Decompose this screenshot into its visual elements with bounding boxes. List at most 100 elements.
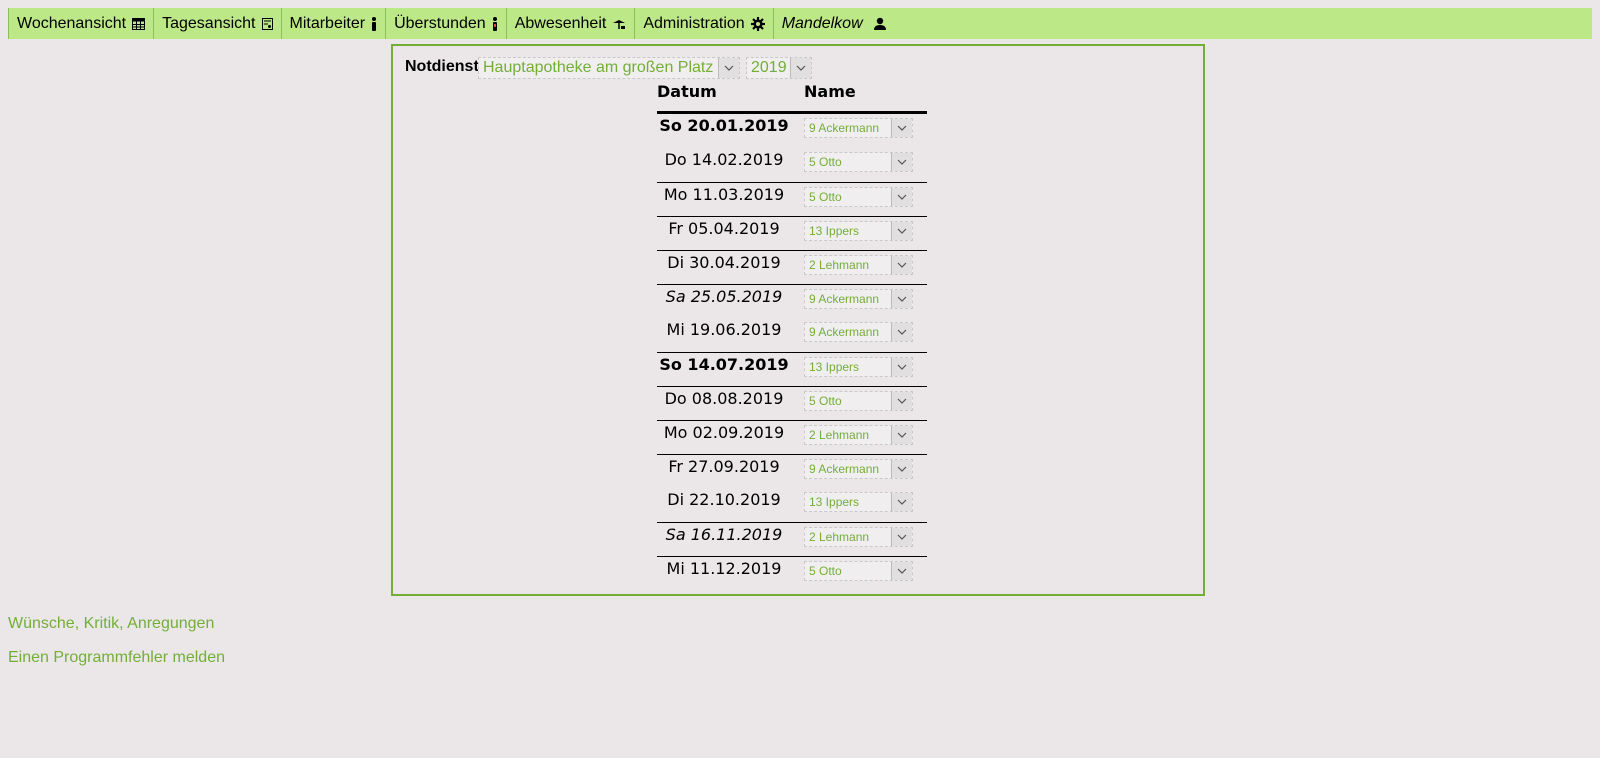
employee-select-value: 13 Ippers	[809, 360, 860, 374]
employee-select[interactable]: 9 Ackermann	[804, 289, 913, 309]
user-icon	[873, 17, 887, 31]
date-cell: So 14.07.2019	[659, 355, 789, 374]
date-cell: Mo 02.09.2019	[663, 423, 785, 442]
table-row: Sa 25.05.2019 9 Ackermann	[657, 284, 927, 318]
nav-wochenansicht-label: Wochenansicht	[17, 14, 127, 32]
employee-select[interactable]: 5 Otto	[804, 391, 913, 411]
employee-select[interactable]: 9 Ackermann	[804, 322, 913, 342]
table-row: Mo 11.03.2019 5 Otto	[657, 182, 927, 216]
table-row: Sa 16.11.2019 2 Lehmann	[657, 522, 927, 556]
chevron-down-icon	[891, 358, 912, 376]
nav-administration[interactable]: Administration	[634, 8, 772, 39]
chevron-down-icon	[891, 153, 912, 171]
table-row: Do 14.02.2019 5 Otto	[657, 148, 927, 182]
year-select-value: 2019	[751, 59, 787, 76]
date-cell: Fr 05.04.2019	[668, 219, 780, 238]
table-row: Di 30.04.2019 2 Lehmann	[657, 250, 927, 284]
notdienst-table-body: So 20.01.2019 9 Ackermann Do 14.02.2019 5 O…	[657, 114, 927, 590]
year-select[interactable]: 2019	[746, 57, 812, 79]
employee-select-value: 9 Ackermann	[809, 292, 880, 306]
table-row: Di 22.10.2019 13 Ippers	[657, 488, 927, 522]
employee-select-value: 9 Ackermann	[809, 462, 880, 476]
employee-select-value: 2 Lehmann	[809, 258, 870, 272]
employee-select[interactable]: 2 Lehmann	[804, 527, 913, 547]
table-row: Mi 19.06.2019 9 Ackermann	[657, 318, 927, 352]
chevron-down-icon	[891, 290, 912, 308]
gear-icon	[750, 16, 765, 31]
table-row: Fr 27.09.2019 9 Ackermann	[657, 454, 927, 488]
nav-tagesansicht-label: Tagesansicht	[162, 14, 256, 32]
table-row: Fr 05.04.2019 13 Ippers	[657, 216, 927, 250]
table-row: Mi 11.12.2019 5 Otto	[657, 556, 927, 590]
chevron-down-icon	[891, 119, 912, 137]
employee-select-value: 5 Otto	[809, 564, 842, 578]
nav-administration-label: Administration	[643, 14, 745, 32]
chevron-down-icon	[718, 58, 739, 78]
employee-select-value: 13 Ippers	[809, 495, 860, 509]
employee-select[interactable]: 9 Ackermann	[804, 118, 913, 138]
feedback-link[interactable]: Wünsche, Kritik, Anregungen	[8, 615, 214, 633]
person-clock-icon	[492, 16, 498, 31]
column-header-datum: Datum	[657, 82, 717, 101]
nav-user-label: Mandelkow	[781, 14, 863, 32]
chevron-down-icon	[891, 323, 912, 341]
employee-select-value: 2 Lehmann	[809, 428, 870, 442]
table-row: Do 08.08.2019 5 Otto	[657, 386, 927, 420]
chevron-down-icon	[891, 528, 912, 546]
chevron-down-icon	[891, 392, 912, 410]
date-cell: Sa 16.11.2019	[665, 525, 783, 544]
chevron-down-icon	[891, 426, 912, 444]
employee-select[interactable]: 5 Otto	[804, 187, 913, 207]
employee-select[interactable]: 13 Ippers	[804, 492, 913, 512]
employee-select[interactable]: 9 Ackermann	[804, 459, 913, 479]
bugreport-link[interactable]: Einen Programmfehler melden	[8, 649, 225, 667]
nav-ueberstunden-label: Überstunden	[394, 14, 486, 32]
nav-mitarbeiter[interactable]: Mitarbeiter	[280, 8, 386, 39]
calendar-grid-icon	[132, 17, 146, 30]
chevron-down-icon	[891, 460, 912, 478]
employee-select-value: 2 Lehmann	[809, 530, 870, 544]
date-cell: Di 30.04.2019	[667, 253, 781, 272]
calendar-day-icon	[261, 17, 273, 30]
table-row: So 20.01.2019 9 Ackermann	[657, 114, 927, 148]
employee-select-value: 13 Ippers	[809, 224, 860, 238]
apotheke-select[interactable]: Hauptapotheke am großen Platz	[478, 57, 740, 79]
nav-wochenansicht[interactable]: Wochenansicht	[8, 8, 153, 39]
nav-abwesenheit[interactable]: Abwesenheit	[505, 8, 635, 39]
employee-select[interactable]: 5 Otto	[804, 561, 913, 581]
employee-select-value: 5 Otto	[809, 155, 842, 169]
employee-select-value: 9 Ackermann	[809, 121, 880, 135]
apotheke-select-value: Hauptapotheke am großen Platz	[483, 59, 714, 76]
notdienst-label: Notdienst	[405, 58, 479, 75]
chevron-down-icon	[891, 493, 912, 511]
date-cell: Fr 27.09.2019	[668, 457, 780, 476]
notdienst-panel: Notdienst Hauptapotheke am großen Platz …	[391, 44, 1205, 596]
main-navbar: Wochenansicht Tagesansicht Mitarbeiter Ü…	[8, 8, 1592, 39]
chevron-down-icon	[790, 58, 811, 78]
column-header-name: Name	[804, 82, 856, 101]
employee-select-value: 5 Otto	[809, 190, 842, 204]
chevron-down-icon	[891, 188, 912, 206]
employee-select[interactable]: 2 Lehmann	[804, 425, 913, 445]
table-row: So 14.07.2019 13 Ippers	[657, 352, 927, 386]
employee-select[interactable]: 13 Ippers	[804, 221, 913, 241]
nav-abwesenheit-label: Abwesenheit	[514, 14, 607, 32]
nav-tagesansicht[interactable]: Tagesansicht	[153, 8, 280, 39]
date-cell: Do 14.02.2019	[664, 150, 784, 169]
employee-select[interactable]: 13 Ippers	[804, 357, 913, 377]
date-cell: Mo 11.03.2019	[663, 185, 785, 204]
date-cell: Sa 25.05.2019	[665, 287, 783, 306]
nav-user[interactable]: Mandelkow	[772, 8, 895, 39]
vacation-icon	[612, 18, 626, 30]
table-row: Mo 02.09.2019 2 Lehmann	[657, 420, 927, 454]
nav-ueberstunden[interactable]: Überstunden	[385, 8, 506, 39]
employee-select-value: 9 Ackermann	[809, 325, 880, 339]
date-cell: So 20.01.2019	[659, 116, 789, 135]
employee-select-value: 5 Otto	[809, 394, 842, 408]
person-icon	[371, 16, 377, 31]
date-cell: Do 08.08.2019	[664, 389, 784, 408]
date-cell: Mi 19.06.2019	[666, 320, 782, 339]
employee-select[interactable]: 5 Otto	[804, 152, 913, 172]
date-cell: Di 22.10.2019	[667, 490, 781, 509]
employee-select[interactable]: 2 Lehmann	[804, 255, 913, 275]
